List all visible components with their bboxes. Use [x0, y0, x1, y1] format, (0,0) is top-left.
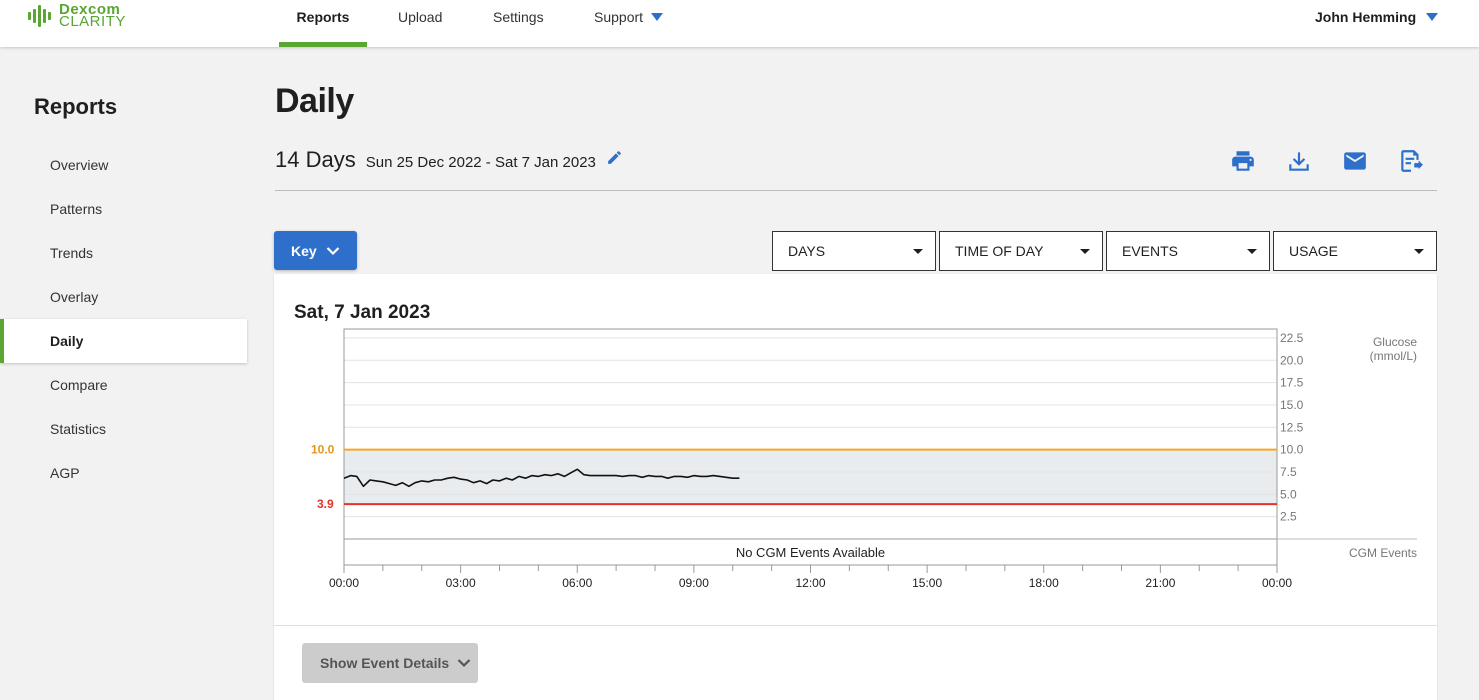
- show-event-details-label: Show Event Details: [320, 655, 450, 671]
- x-tick-label: 00:00: [329, 576, 359, 590]
- x-tick-label: 21:00: [1145, 576, 1175, 590]
- y-tick-label: 17.5: [1280, 376, 1304, 390]
- high-threshold-label: 10.0: [311, 443, 335, 457]
- y-tick-label: 10.0: [1280, 443, 1304, 457]
- y-tick-label: 12.5: [1280, 420, 1304, 434]
- y-tick-label: 22.5: [1280, 331, 1304, 345]
- chevron-down-icon: [457, 659, 471, 668]
- y-tick-label: 20.0: [1280, 353, 1304, 367]
- y-unit-label: (mmol/L): [1370, 349, 1417, 363]
- target-range-band: [344, 449, 1277, 505]
- x-tick-label: 06:00: [562, 576, 592, 590]
- card-divider: [274, 625, 1437, 626]
- y-tick-label: 2.5: [1280, 510, 1297, 524]
- show-event-details-button[interactable]: Show Event Details: [302, 643, 478, 683]
- no-events-text: No CGM Events Available: [736, 545, 885, 560]
- y-tick-label: 15.0: [1280, 398, 1304, 412]
- y-unit-label: Glucose: [1373, 335, 1417, 349]
- x-tick-label: 09:00: [679, 576, 709, 590]
- x-tick-label: 00:00: [1262, 576, 1292, 590]
- low-threshold-label: 3.9: [317, 497, 334, 511]
- x-tick-label: 03:00: [446, 576, 476, 590]
- x-tick-label: 12:00: [795, 576, 825, 590]
- glucose-daily-chart: 2.5 5.0 7.5 10.0 12.5 15.0 17.5 20.0 22.5 10.0 3.9…: [311, 328, 1417, 590]
- events-row-label: CGM Events: [1349, 546, 1417, 560]
- y-tick-label: 7.5: [1280, 465, 1297, 479]
- x-tick-label: 15:00: [912, 576, 942, 590]
- plot-frame: [343, 328, 1278, 566]
- x-tick-label: 18:00: [1029, 576, 1059, 590]
- y-tick-label: 5.0: [1280, 487, 1297, 501]
